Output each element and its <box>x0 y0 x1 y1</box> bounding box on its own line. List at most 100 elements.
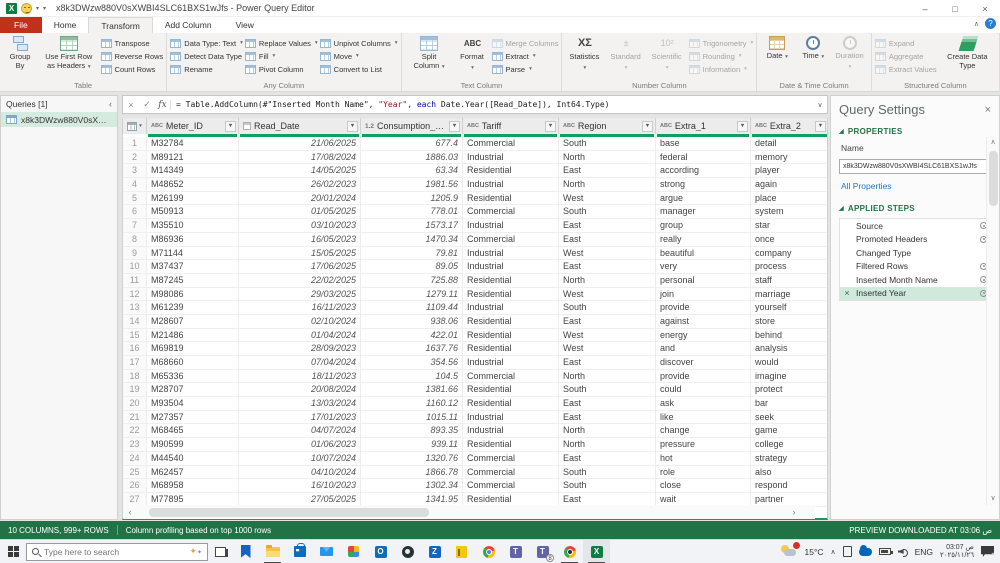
table-cell[interactable]: 26/02/2023 <box>239 178 361 191</box>
table-cell[interactable]: M61239 <box>147 301 239 314</box>
table-cell[interactable]: provide <box>656 301 751 314</box>
table-cell[interactable]: M86936 <box>147 232 239 246</box>
table-cell[interactable]: M37437 <box>147 260 239 273</box>
horizontal-scroll-thumb[interactable] <box>149 507 429 517</box>
table-cell[interactable]: 1205.9 <box>361 191 463 205</box>
table-cell[interactable]: M90599 <box>147 438 239 451</box>
table-cell[interactable]: Residential <box>463 342 559 355</box>
detect-data-type-button[interactable]: Detect Data Type <box>170 50 243 62</box>
table-cell[interactable]: West <box>559 246 656 260</box>
column-header-extra_1[interactable]: ABC Extra_1 ▼ <box>656 118 751 134</box>
table-cell[interactable]: 1573.17 <box>361 219 463 232</box>
smiley-dropdown-icon[interactable]: ▾ <box>36 5 39 12</box>
table-cell[interactable]: North <box>559 424 656 438</box>
table-cell[interactable]: North <box>559 178 656 191</box>
table-cell[interactable]: South <box>559 479 656 492</box>
filter-dropdown-icon[interactable]: ▼ <box>545 120 556 132</box>
column-header-consumption_kwh[interactable]: 1.2 Consumption_kwh ▼ <box>361 118 463 134</box>
scroll-down-icon[interactable]: ∨ <box>987 493 999 505</box>
statistics-button[interactable]: ΧΣ Statistics ▾ <box>565 35 604 73</box>
table-cell[interactable]: 18/11/2023 <box>239 369 361 383</box>
table-cell[interactable]: Industrial <box>463 410 559 424</box>
table-cell[interactable]: 28/09/2023 <box>239 342 361 355</box>
taskbar-search[interactable]: ✦✦ <box>26 542 208 561</box>
table-cell[interactable]: 422.01 <box>361 328 463 342</box>
table-cell[interactable]: East <box>559 260 656 273</box>
table-cell[interactable]: again <box>751 178 827 191</box>
table-cell[interactable]: North <box>559 438 656 451</box>
table-cell[interactable]: Industrial <box>463 356 559 369</box>
table-cell[interactable]: store <box>751 315 827 328</box>
table-cell[interactable]: 938.06 <box>361 314 463 328</box>
table-cell[interactable]: 04/07/2024 <box>239 424 361 438</box>
convert-to-list-button[interactable]: Convert to List <box>319 63 398 75</box>
table-cell[interactable]: memory <box>751 151 827 164</box>
table-cell[interactable]: East <box>559 164 656 178</box>
all-properties-link[interactable]: All Properties <box>841 181 892 191</box>
bookmark-app-taskbar-button[interactable] <box>232 540 259 563</box>
scroll-left-icon[interactable]: ‹ <box>123 507 137 517</box>
mail-taskbar-button[interactable] <box>313 540 340 563</box>
applied-step-source[interactable]: Source <box>840 219 990 233</box>
table-cell[interactable]: college <box>751 438 827 451</box>
table-cell[interactable]: Residential <box>463 397 559 410</box>
table-cell[interactable]: M93504 <box>147 397 239 410</box>
close-button[interactable]: × <box>970 0 1000 17</box>
table-cell[interactable]: join <box>656 287 751 301</box>
chrome-colorful-taskbar-button[interactable] <box>556 540 583 563</box>
table-cell[interactable]: 725.88 <box>361 273 463 287</box>
outlook-taskbar-button[interactable]: O <box>367 540 394 563</box>
table-cell[interactable]: 677.4 <box>361 137 463 150</box>
onedrive-icon[interactable] <box>858 544 872 556</box>
table-cell[interactable]: M87245 <box>147 273 239 287</box>
maximize-button[interactable]: □ <box>940 0 970 17</box>
table-cell[interactable]: M68660 <box>147 356 239 369</box>
qat-customize-icon[interactable]: ▾ <box>43 5 46 12</box>
time-button[interactable]: Time ▾ <box>796 35 830 63</box>
transpose-button[interactable]: Transpose <box>100 37 164 49</box>
date-button[interactable]: Date ▾ <box>760 35 794 63</box>
table-cell[interactable]: M28707 <box>147 383 239 397</box>
table-cell[interactable]: 1886.03 <box>361 150 463 164</box>
table-cell[interactable]: 02/10/2024 <box>239 314 361 328</box>
table-cell[interactable]: protect <box>751 383 827 396</box>
table-cell[interactable]: 1160.12 <box>361 397 463 410</box>
table-cell[interactable]: 1470.34 <box>361 232 463 246</box>
table-cell[interactable]: M26199 <box>147 191 239 205</box>
table-cell[interactable]: West <box>559 328 656 342</box>
table-cell[interactable]: 1381.66 <box>361 383 463 397</box>
column-header-region[interactable]: ABC Region ▼ <box>559 118 656 134</box>
scroll-up-icon[interactable]: ∧ <box>987 137 999 149</box>
table-cell[interactable]: M65336 <box>147 369 239 383</box>
pivot-column-button[interactable]: Pivot Column <box>244 63 318 75</box>
table-cell[interactable]: Industrial <box>463 424 559 438</box>
table-cell[interactable]: bar <box>751 397 827 410</box>
table-cell[interactable]: analysis <box>751 342 827 355</box>
table-cell[interactable]: group <box>656 219 751 232</box>
table-cell[interactable]: Residential <box>463 287 559 301</box>
table-cell[interactable]: North <box>559 369 656 383</box>
table-cell[interactable]: South <box>559 383 656 397</box>
expand-formula-icon[interactable]: ∨ <box>813 101 827 109</box>
filter-dropdown-icon[interactable]: ▼ <box>642 120 653 132</box>
table-cell[interactable]: 79.81 <box>361 246 463 260</box>
table-cell[interactable]: Industrial <box>463 150 559 164</box>
smiley-feedback-icon[interactable] <box>21 2 32 14</box>
table-cell[interactable]: personal <box>656 273 751 287</box>
google-app-taskbar-button[interactable] <box>340 540 367 563</box>
tab-add-column[interactable]: Add Column <box>153 17 224 33</box>
applied-step-inserted-year[interactable]: × Inserted Year <box>840 286 990 300</box>
table-cell[interactable]: Residential <box>463 164 559 178</box>
table-cell[interactable]: 17/06/2025 <box>239 260 361 273</box>
temperature-label[interactable]: 15°C <box>804 547 823 557</box>
table-cell[interactable]: Commercial <box>463 479 559 492</box>
blue-app-taskbar-button[interactable]: Z <box>421 540 448 563</box>
table-cell[interactable]: Industrial <box>463 178 559 191</box>
table-cell[interactable]: respond <box>751 479 827 492</box>
table-cell[interactable]: M27357 <box>147 410 239 424</box>
split-column-button[interactable]: Split Column ▾ <box>405 35 454 72</box>
applied-step-filtered-rows[interactable]: Filtered Rows <box>840 260 990 274</box>
unpivot-columns-button[interactable]: Unpivot Columns ▾ <box>319 37 398 49</box>
table-cell[interactable]: M77895 <box>147 492 239 506</box>
table-cell[interactable]: 21/06/2025 <box>239 137 361 150</box>
